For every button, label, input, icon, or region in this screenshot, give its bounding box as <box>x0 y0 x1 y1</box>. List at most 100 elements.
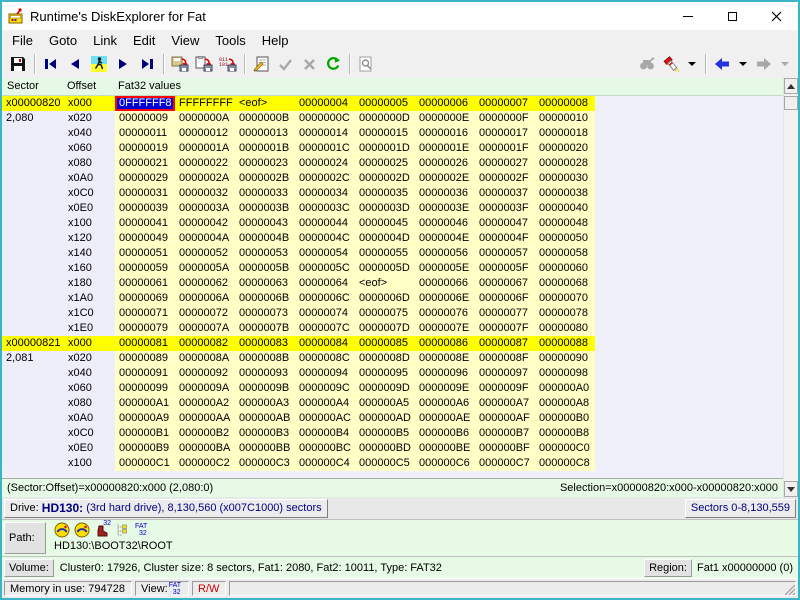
boot32-link-icon[interactable]: 32 <box>94 522 111 538</box>
menu-edit[interactable]: Edit <box>125 32 163 49</box>
fat-value-cell[interactable]: 0000000C <box>295 111 355 126</box>
fat-value-cell[interactable]: 000000B7 <box>475 426 535 441</box>
close-icon[interactable] <box>754 2 798 30</box>
fat-value-cell[interactable]: 0000002A <box>175 171 235 186</box>
fat-value-cell[interactable]: 0000008A <box>175 351 235 366</box>
fat-value-cell[interactable]: 000000BA <box>175 441 235 456</box>
fat-value-cell[interactable]: 000000AC <box>295 411 355 426</box>
fat-value-cell[interactable]: 00000061 <box>115 276 175 291</box>
fat-value-cell[interactable]: 0000005C <box>295 261 355 276</box>
fat-value-cell[interactable]: 000000B5 <box>355 426 415 441</box>
menu-view[interactable]: View <box>163 32 207 49</box>
fat-value-cell[interactable]: 00000024 <box>295 156 355 171</box>
fat-value-cell[interactable]: 00000025 <box>355 156 415 171</box>
fat-value-cell[interactable]: 0000009D <box>355 381 415 396</box>
fat-value-cell[interactable]: 00000056 <box>415 246 475 261</box>
fat-value-cell[interactable]: 0000002D <box>355 171 415 186</box>
fat-value-cell[interactable]: 00000029 <box>115 171 175 186</box>
fat-value-cell[interactable]: 0000004F <box>475 231 535 246</box>
fat-value-cell[interactable]: 0000007A <box>175 321 235 336</box>
fat-value-cell[interactable]: 0000002B <box>235 171 295 186</box>
write-binary-to-disk-icon[interactable]: 011 101 <box>216 52 240 76</box>
fat-value-cell[interactable]: 00000005 <box>355 96 415 111</box>
fat-value-cell[interactable]: 00000031 <box>115 186 175 201</box>
fat-value-cell[interactable]: 0000000A <box>175 111 235 126</box>
fat-value-cell[interactable]: 00000044 <box>295 216 355 231</box>
fat-value-cell[interactable]: 00000094 <box>295 366 355 381</box>
fat-value-cell[interactable]: 00000046 <box>415 216 475 231</box>
fat-value-cell[interactable]: 00000088 <box>535 336 595 351</box>
back-icon[interactable] <box>710 52 734 76</box>
preview-icon[interactable] <box>354 52 378 76</box>
fat-value-cell[interactable]: 0000005D <box>355 261 415 276</box>
fat-value-cell[interactable]: 00000085 <box>355 336 415 351</box>
fat-value-cell[interactable]: 00000015 <box>355 126 415 141</box>
fat-value-cell[interactable]: 00000082 <box>175 336 235 351</box>
fat-value-cell[interactable]: 0000009C <box>295 381 355 396</box>
fat-value-cell[interactable]: 000000A4 <box>295 396 355 411</box>
fat-value-cell[interactable]: 00000006 <box>415 96 475 111</box>
fat-value-cell[interactable]: 00000089 <box>115 351 175 366</box>
fat-value-cell[interactable]: 0000000D <box>355 111 415 126</box>
fat-value-cell[interactable]: 00000004 <box>295 96 355 111</box>
fat-value-cell[interactable]: 0000001F <box>475 141 535 156</box>
fat-value-cell[interactable]: 000000A8 <box>535 396 595 411</box>
fat-value-cell[interactable]: 00000099 <box>115 381 175 396</box>
fat-value-cell[interactable]: 00000023 <box>235 156 295 171</box>
fat-value-cell[interactable]: 0000004D <box>355 231 415 246</box>
discard-edits-icon[interactable] <box>297 52 321 76</box>
fat-value-cell[interactable]: 0000003A <box>175 201 235 216</box>
fat-value-cell[interactable]: 0000002E <box>415 171 475 186</box>
fat-value-cell[interactable]: 00000042 <box>175 216 235 231</box>
fat-value-cell[interactable]: 000000AA <box>175 411 235 426</box>
fat-value-cell[interactable]: 000000C7 <box>475 456 535 471</box>
fat-value-cell[interactable]: 0000008F <box>475 351 535 366</box>
nav-last-icon[interactable] <box>135 52 159 76</box>
forward-icon[interactable] <box>752 52 776 76</box>
fat-value-cell[interactable]: 000000B3 <box>235 426 295 441</box>
fat-value-cell[interactable]: 0000005A <box>175 261 235 276</box>
fat-value-cell[interactable]: 00000068 <box>535 276 595 291</box>
fat-value-cell[interactable]: 000000C0 <box>535 441 595 456</box>
scrollbar-track[interactable] <box>784 110 798 481</box>
fat-value-cell[interactable]: 000000AF <box>475 411 535 426</box>
save-icon[interactable] <box>6 52 30 76</box>
fat-value-cell[interactable]: 00000060 <box>535 261 595 276</box>
fat-value-cell[interactable]: 0000007B <box>235 321 295 336</box>
selected-fat-value-cell[interactable]: 0FFFFFF8 <box>115 96 175 111</box>
fat-value-cell[interactable]: 0000007C <box>295 321 355 336</box>
fat-value-cell[interactable]: 000000B2 <box>175 426 235 441</box>
fat-value-cell[interactable]: 000000AD <box>355 411 415 426</box>
fat-value-cell[interactable]: 00000048 <box>535 216 595 231</box>
fat-value-cell[interactable]: 00000026 <box>415 156 475 171</box>
fat-value-cell[interactable]: 0000009F <box>475 381 535 396</box>
undo-icon[interactable] <box>321 52 345 76</box>
fat-value-cell[interactable]: 0000006D <box>355 291 415 306</box>
fat-value-cell[interactable]: 00000080 <box>535 321 595 336</box>
fat-value-cell[interactable]: 0000006A <box>175 291 235 306</box>
fat-value-cell[interactable]: 000000B9 <box>115 441 175 456</box>
fat-value-cell[interactable]: 00000090 <box>535 351 595 366</box>
fat-value-cell[interactable]: <eof> <box>355 276 415 291</box>
flashlight-dropdown-icon[interactable] <box>683 52 701 76</box>
write-to-disk-icon[interactable] <box>168 52 192 76</box>
fat-value-cell[interactable]: 0000003B <box>235 201 295 216</box>
menu-link[interactable]: Link <box>85 32 125 49</box>
nav-prev-icon[interactable] <box>63 52 87 76</box>
fat-value-cell[interactable]: 00000013 <box>235 126 295 141</box>
fat-value-cell[interactable]: 00000050 <box>535 231 595 246</box>
fat-value-cell[interactable]: 0000001E <box>415 141 475 156</box>
fat-value-cell[interactable]: 00000043 <box>235 216 295 231</box>
partition-link-icon[interactable] <box>74 522 90 538</box>
fat-value-cell[interactable]: 00000027 <box>475 156 535 171</box>
fat-value-cell[interactable]: 000000C3 <box>235 456 295 471</box>
fat-value-cell[interactable]: 0000006B <box>235 291 295 306</box>
fat-value-cell[interactable]: 00000035 <box>355 186 415 201</box>
fat-value-cell[interactable]: 0000005E <box>415 261 475 276</box>
fat-value-cell[interactable]: 00000075 <box>355 306 415 321</box>
write-clipboard-to-disk-icon[interactable] <box>192 52 216 76</box>
fat-value-cell[interactable]: 00000019 <box>115 141 175 156</box>
fat-value-cell[interactable]: 00000018 <box>535 126 595 141</box>
fat-value-cell[interactable]: 00000059 <box>115 261 175 276</box>
fat-value-cell[interactable]: 0000007D <box>355 321 415 336</box>
